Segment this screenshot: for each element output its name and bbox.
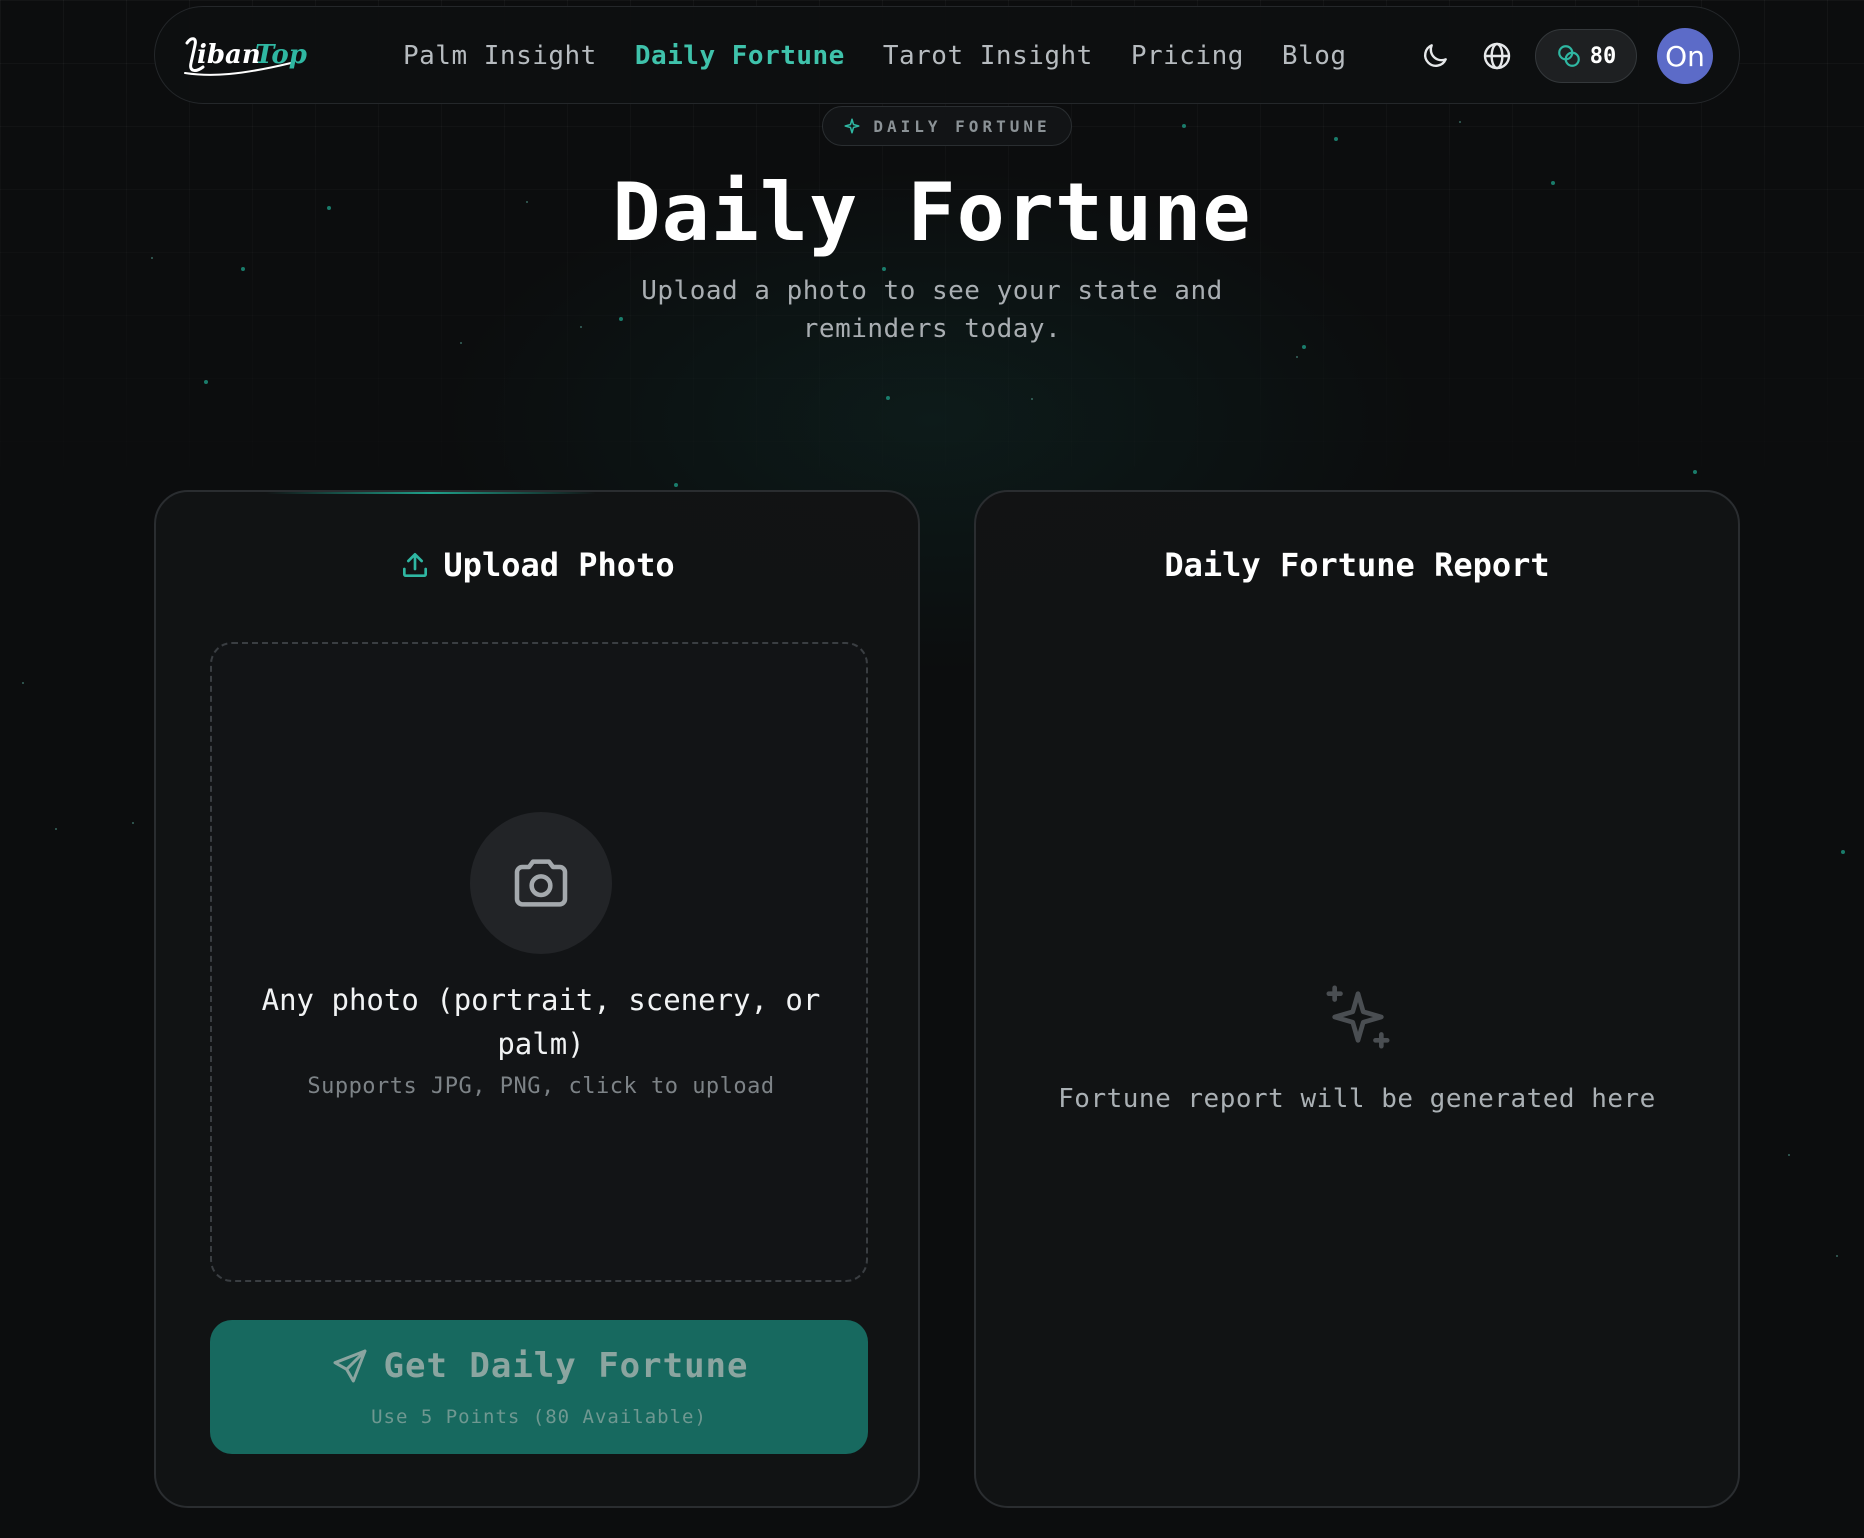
star-dot bbox=[882, 267, 886, 271]
nav-link-daily-fortune[interactable]: Daily Fortune bbox=[635, 41, 845, 71]
upload-card-title: Upload Photo bbox=[443, 546, 675, 584]
coins-icon bbox=[1557, 45, 1580, 67]
brand-logo[interactable]: iban Top bbox=[181, 33, 309, 83]
star-dot bbox=[1334, 137, 1338, 141]
camera-icon bbox=[514, 859, 568, 907]
camera-icon-circle bbox=[470, 812, 612, 954]
top-navbar: iban Top Palm Insight Daily Fortune Taro… bbox=[154, 6, 1740, 104]
page-subtitle: Upload a photo to see your state and rem… bbox=[641, 276, 1223, 344]
star-dot bbox=[1031, 398, 1033, 400]
dropzone-sub-text: Supports JPG, PNG, click to upload bbox=[307, 1074, 775, 1099]
dropzone-main-text: Any photo (portrait, scenery, or palm) bbox=[261, 983, 821, 1061]
section-badge: DAILY FORTUNE bbox=[822, 106, 1072, 146]
nav-link-tarot-insight[interactable]: Tarot Insight bbox=[883, 41, 1093, 71]
star-dot bbox=[460, 342, 462, 344]
star-dot bbox=[1693, 470, 1697, 474]
star-dot bbox=[241, 267, 245, 271]
star-dot bbox=[674, 483, 678, 487]
report-empty-icon-wrap bbox=[1323, 982, 1393, 1056]
nav-links: Palm Insight Daily Fortune Tarot Insight… bbox=[403, 7, 1385, 105]
upload-card: Upload Photo Any photo (portrait, scener… bbox=[154, 490, 920, 1508]
nav-link-blog[interactable]: Blog bbox=[1282, 41, 1347, 71]
star-dot bbox=[1182, 124, 1186, 128]
upload-card-header: Upload Photo bbox=[156, 540, 918, 590]
photo-dropzone[interactable]: Any photo (portrait, scenery, or palm) S… bbox=[210, 642, 868, 1282]
nav-link-pricing[interactable]: Pricing bbox=[1131, 41, 1244, 71]
report-empty-text: Fortune report will be generated here bbox=[1058, 1084, 1656, 1114]
star-dot bbox=[22, 682, 24, 684]
moon-icon bbox=[1424, 44, 1447, 67]
avatar[interactable]: On bbox=[1657, 28, 1713, 84]
star-dot bbox=[580, 326, 582, 328]
report-card-title: Daily Fortune Report bbox=[1164, 546, 1550, 584]
star-dot bbox=[886, 396, 890, 400]
sparkles-icon bbox=[1326, 985, 1390, 1049]
star-dot bbox=[204, 380, 208, 384]
upload-icon bbox=[403, 553, 428, 577]
get-daily-fortune-button[interactable]: Get Daily Fortune Use 5 Points (80 Avail… bbox=[210, 1320, 868, 1454]
svg-text:Top: Top bbox=[255, 40, 307, 70]
svg-text:iban: iban bbox=[197, 40, 261, 70]
star-dot bbox=[619, 317, 623, 321]
cta-label: Get Daily Fortune bbox=[383, 1346, 749, 1386]
nav-link-palm-insight[interactable]: Palm Insight bbox=[403, 41, 597, 71]
card-accent-line bbox=[266, 492, 596, 494]
star-dot bbox=[1302, 345, 1306, 349]
star-dot bbox=[1788, 1154, 1790, 1156]
star-dot bbox=[1459, 121, 1461, 123]
globe-icon bbox=[1483, 42, 1511, 70]
send-icon bbox=[333, 1349, 366, 1383]
star-dot bbox=[55, 828, 57, 830]
cta-row: Get Daily Fortune bbox=[210, 1346, 868, 1386]
badge-label: DAILY FORTUNE bbox=[873, 116, 1051, 136]
page: iban Top Palm Insight Daily Fortune Taro… bbox=[0, 0, 1864, 1538]
star-dot bbox=[132, 822, 134, 824]
points-value: 80 bbox=[1589, 43, 1617, 69]
page-title: Daily Fortune bbox=[612, 166, 1252, 259]
star-dot bbox=[1841, 850, 1845, 854]
report-card-header: Daily Fortune Report bbox=[976, 540, 1738, 590]
points-balance[interactable]: 80 bbox=[1535, 29, 1637, 83]
brand-logo-icon: iban Top bbox=[184, 37, 307, 76]
theme-toggle-button[interactable] bbox=[1419, 40, 1451, 72]
language-button[interactable] bbox=[1481, 40, 1513, 72]
cta-cost-text: Use 5 Points (80 Available) bbox=[371, 1406, 707, 1428]
star-dot bbox=[1836, 1255, 1838, 1257]
sparkles-icon bbox=[844, 118, 860, 134]
star-dot bbox=[1296, 356, 1298, 358]
report-card: Daily Fortune Report Fortune report will… bbox=[974, 490, 1740, 1508]
